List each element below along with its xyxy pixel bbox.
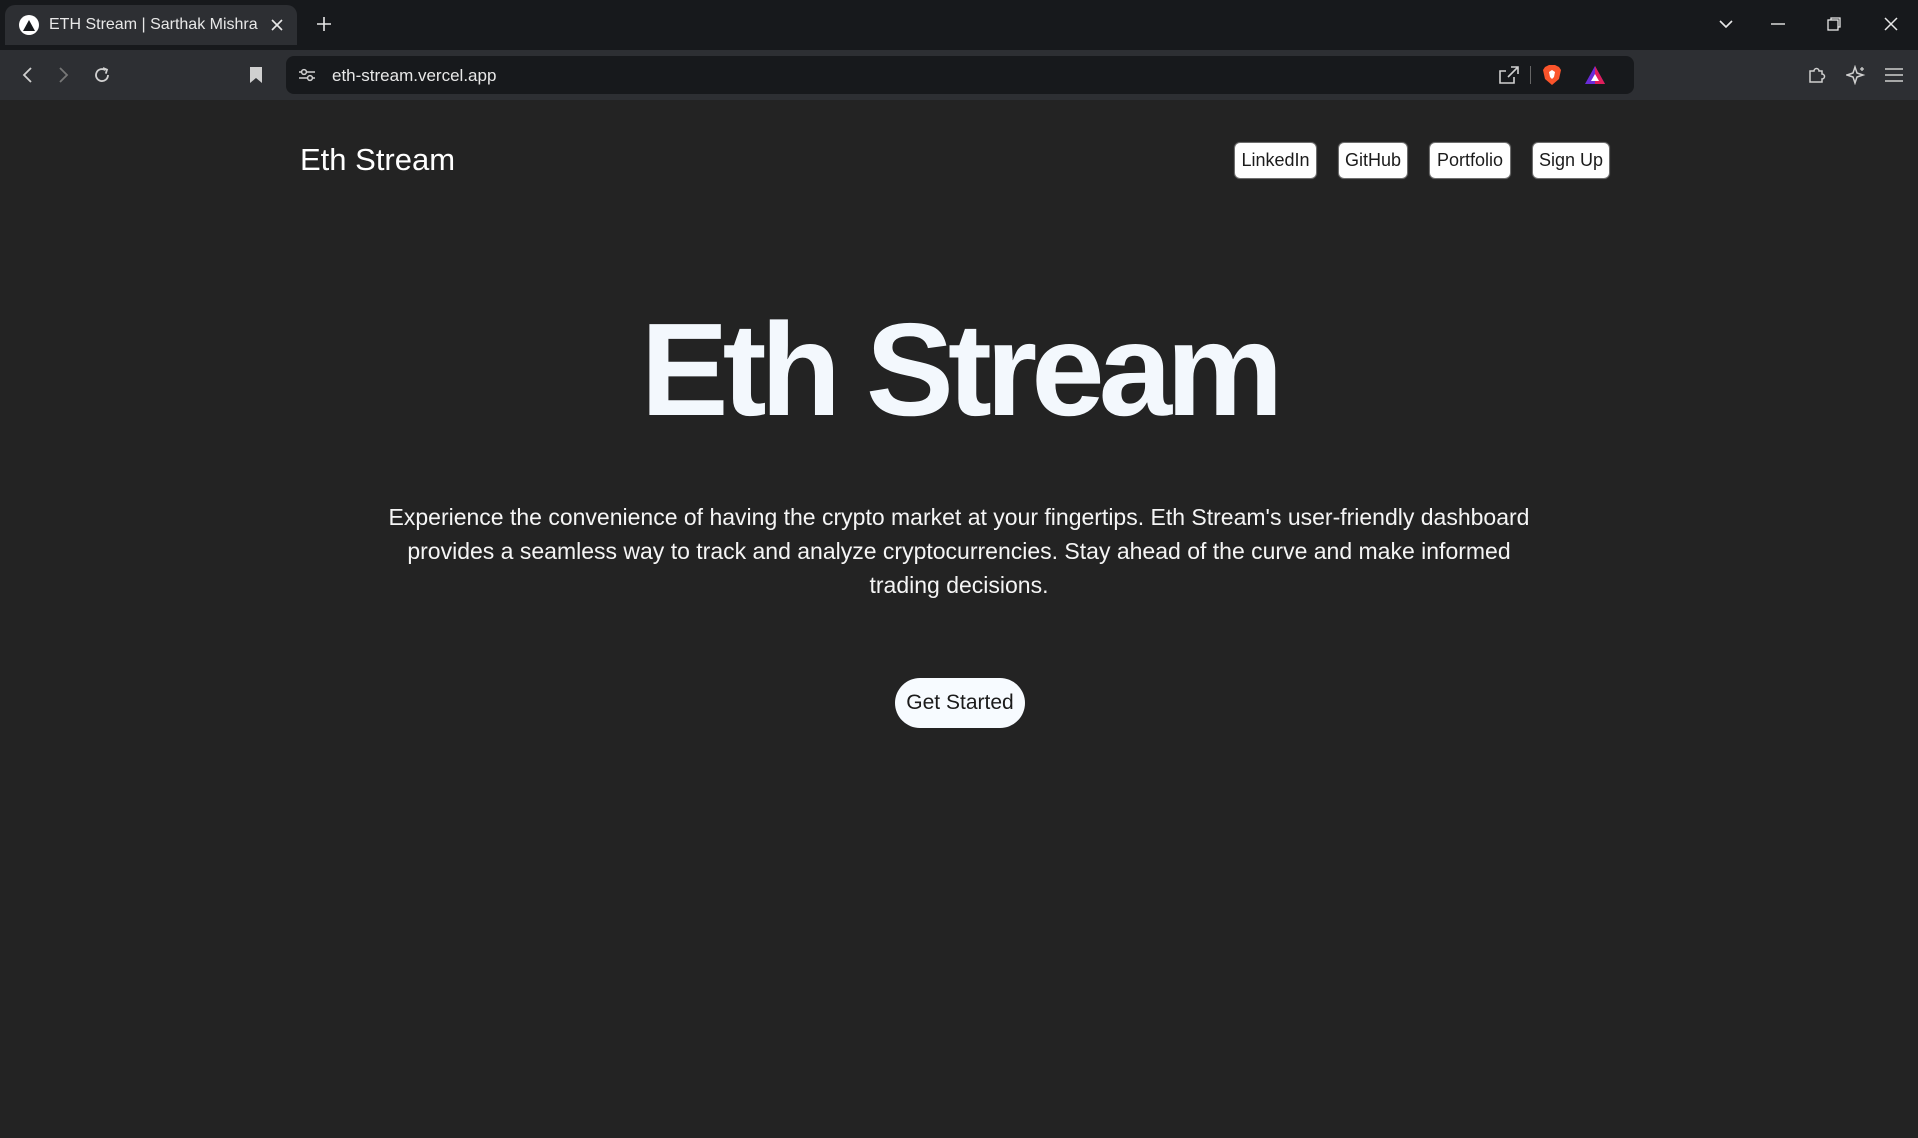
sign-up-button[interactable]: Sign Up <box>1532 142 1610 179</box>
chevron-down-icon[interactable] <box>1714 12 1738 36</box>
get-started-button[interactable]: Get Started <box>895 678 1025 728</box>
bookmark-icon[interactable] <box>243 62 269 88</box>
browser-tab[interactable]: ETH Stream | Sarthak Mishra <box>5 5 297 45</box>
site-brand[interactable]: Eth Stream <box>300 142 455 178</box>
minimize-icon[interactable] <box>1766 12 1790 36</box>
site-settings-icon[interactable] <box>294 62 320 88</box>
address-bar-divider <box>1530 66 1531 84</box>
url-text: eth-stream.vercel.app <box>332 66 497 85</box>
hero-description-line-3: trading decisions. <box>869 572 1049 598</box>
favicon-icon <box>19 15 39 35</box>
reload-icon[interactable] <box>89 62 115 88</box>
share-icon[interactable] <box>1496 62 1522 88</box>
forward-icon[interactable] <box>51 62 77 88</box>
address-bar[interactable]: eth-stream.vercel.app <box>286 56 1634 94</box>
portfolio-button[interactable]: Portfolio <box>1429 142 1511 179</box>
brave-shields-icon[interactable] <box>1539 62 1565 88</box>
restore-icon[interactable] <box>1822 12 1846 36</box>
tab-strip: ETH Stream | Sarthak Mishra <box>0 0 1918 50</box>
hero-description-line-2: provides a seamless way to track and ana… <box>407 538 1511 564</box>
leo-icon[interactable] <box>1843 62 1869 88</box>
browser-toolbar: eth-stream.vercel.app <box>0 50 1918 100</box>
hero-description-line-1: Experience the convenience of having the… <box>388 504 1530 530</box>
tab-title: ETH Stream | Sarthak Mishra <box>49 16 258 33</box>
page-content: Eth Stream LinkedIn GitHub Portfolio Sig… <box>0 100 1918 1138</box>
hero-description: Experience the convenience of having the… <box>340 500 1578 602</box>
close-icon[interactable] <box>267 15 287 35</box>
brave-rewards-icon[interactable] <box>1582 62 1608 88</box>
menu-icon[interactable] <box>1881 62 1907 88</box>
github-button[interactable]: GitHub <box>1338 142 1408 179</box>
plus-icon[interactable] <box>312 12 336 36</box>
hero-title: Eth Stream <box>640 296 1284 443</box>
back-icon[interactable] <box>14 62 40 88</box>
close-window-icon[interactable] <box>1879 12 1903 36</box>
linkedin-button[interactable]: LinkedIn <box>1234 142 1317 179</box>
extensions-icon[interactable] <box>1804 62 1830 88</box>
